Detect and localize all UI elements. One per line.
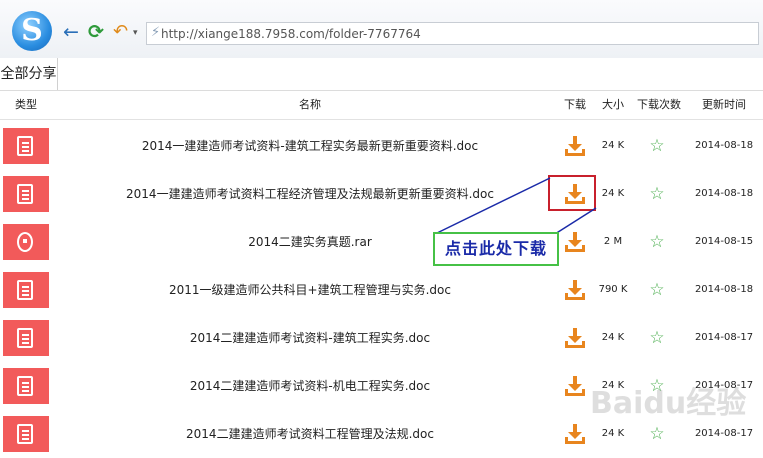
file-name[interactable]: 2014二建建造师考试资料-建筑工程实务.doc — [60, 314, 560, 362]
reload-icon[interactable]: ⟳ — [88, 22, 104, 42]
watermark: Baidu经验 — [590, 386, 747, 421]
updated-date: 2014-08-17 — [694, 332, 754, 343]
document-file-icon — [3, 272, 49, 308]
download-icon[interactable] — [563, 134, 587, 158]
star-icon[interactable]: ☆ — [645, 218, 669, 266]
table-header: 类型 名称 下载 大小 下载次数 更新时间 — [0, 91, 763, 120]
file-name[interactable]: 2014一建建造师考试资料-建筑工程实务最新更新重要资料.doc — [60, 122, 560, 170]
document-file-icon — [3, 416, 49, 452]
archive-file-icon — [3, 224, 49, 260]
updated-date: 2014-08-18 — [694, 284, 754, 295]
star-icon[interactable]: ☆ — [645, 122, 669, 170]
tab-bar: 全部分享 — [0, 58, 763, 91]
table-row[interactable]: 2014一建建造师考试资料工程经济管理及法规最新更新重要资料.doc 24 K ☆ 2… — [0, 170, 763, 218]
column-size: 大小 — [602, 98, 624, 111]
file-size: 2 M — [603, 236, 623, 247]
star-icon[interactable]: ☆ — [645, 266, 669, 314]
table-row[interactable]: 2014二建建造师考试资料-建筑工程实务.doc 24 K ☆ 2014-08-17 — [0, 314, 763, 362]
document-file-icon — [3, 128, 49, 164]
download-icon[interactable] — [563, 278, 587, 302]
undo-dropdown-icon[interactable]: ▾ — [133, 28, 138, 38]
column-download: 下载 — [564, 98, 586, 111]
file-name[interactable]: 2014二建建造师考试资料-机电工程实务.doc — [60, 362, 560, 410]
tab-all-shares[interactable]: 全部分享 — [0, 58, 58, 90]
download-icon[interactable] — [563, 230, 587, 254]
back-arrow-icon[interactable]: ← — [63, 22, 79, 42]
column-name: 名称 — [299, 98, 321, 111]
download-icon[interactable] — [563, 422, 587, 446]
column-type: 类型 — [15, 98, 37, 111]
document-file-icon — [3, 320, 49, 356]
document-file-icon — [3, 176, 49, 212]
file-size: 24 K — [601, 188, 625, 199]
updated-date: 2014-08-15 — [694, 236, 754, 247]
column-download-count: 下载次数 — [637, 98, 681, 111]
browser-logo-icon[interactable]: S — [12, 11, 52, 51]
file-name[interactable]: 2014二建建造师考试资料工程管理及法规.doc — [60, 410, 560, 458]
table-row[interactable]: 2014二建实务真题.rar 2 M ☆ 2014-08-15 — [0, 218, 763, 266]
address-bar[interactable]: ⚡ http://xiange188.7958.com/folder-77677… — [146, 22, 759, 45]
browser-toolbar: S ← ⟳ ↶ ▾ ⚡ http://xiange188.7958.com/fo… — [0, 0, 763, 58]
download-highlight-box — [548, 175, 596, 211]
file-size: 790 K — [598, 284, 628, 295]
star-icon[interactable]: ☆ — [645, 314, 669, 362]
file-size: 24 K — [601, 332, 625, 343]
updated-date: 2014-08-18 — [694, 188, 754, 199]
download-icon[interactable] — [563, 326, 587, 350]
lightning-icon: ⚡ — [151, 25, 161, 40]
table-row[interactable]: 2014一建建造师考试资料-建筑工程实务最新更新重要资料.doc 24 K ☆ 201… — [0, 122, 763, 170]
file-size: 24 K — [601, 140, 625, 151]
annotation-callout: 点击此处下载 — [433, 232, 559, 266]
address-url[interactable]: http://xiange188.7958.com/folder-7767764 — [161, 27, 421, 41]
download-icon[interactable] — [563, 374, 587, 398]
star-icon[interactable]: ☆ — [645, 170, 669, 218]
updated-date: 2014-08-18 — [694, 140, 754, 151]
table-row[interactable]: 2011一级建造师公共科目+建筑工程管理与实务.doc 790 K ☆ 2014-08… — [0, 266, 763, 314]
column-updated: 更新时间 — [702, 98, 746, 111]
file-name[interactable]: 2014一建建造师考试资料工程经济管理及法规最新更新重要资料.doc — [60, 170, 560, 218]
file-name[interactable]: 2011一级建造师公共科目+建筑工程管理与实务.doc — [60, 266, 560, 314]
document-file-icon — [3, 368, 49, 404]
undo-icon[interactable]: ↶ — [113, 22, 128, 42]
